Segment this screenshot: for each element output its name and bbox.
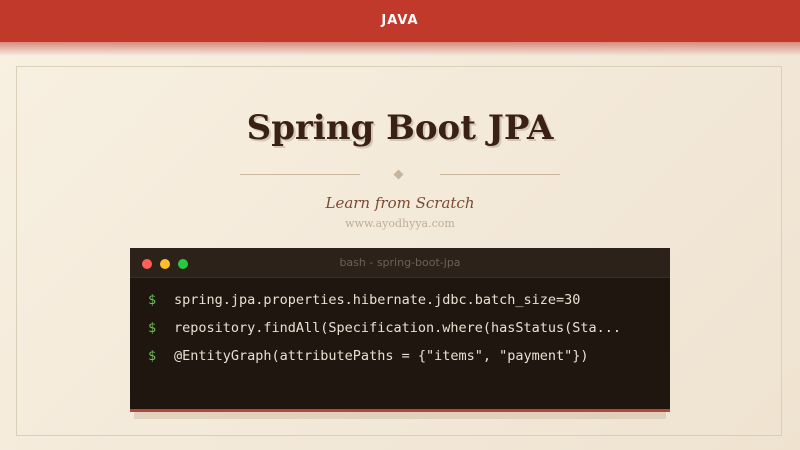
command-text: @EntityGraph(attributePaths = {"items", …: [174, 348, 589, 364]
subtitle: Learn from Scratch: [325, 194, 475, 212]
command-line: $ @EntityGraph(attributePaths = {"items"…: [130, 342, 670, 370]
diamond-icon: [393, 169, 404, 180]
category-label: JAVA: [381, 13, 419, 28]
divider-line-right: [440, 174, 560, 175]
prompt-symbol: $: [148, 292, 157, 308]
divider-line-left: [240, 174, 360, 175]
terminal-title: bash - spring-boot-jpa: [339, 256, 461, 269]
command-line: $ spring.jpa.properties.hibernate.jdbc.b…: [130, 286, 670, 314]
banner-shadow: [0, 42, 800, 56]
command-text: spring.jpa.properties.hibernate.jdbc.bat…: [174, 292, 581, 308]
website-label: www.ayodhyya.com: [345, 217, 455, 230]
title-divider: [240, 166, 560, 184]
top-banner: JAVA: [0, 0, 800, 42]
terminal-titlebar: bash - spring-boot-jpa: [130, 248, 670, 278]
prompt-symbol: $: [148, 320, 157, 336]
terminal-window: bash - spring-boot-jpa $ spring.jpa.prop…: [130, 248, 670, 412]
command-line: $ repository.findAll(Specification.where…: [130, 314, 670, 342]
page-title: Spring Boot JPA: [246, 108, 554, 148]
command-text: repository.findAll(Specification.where(h…: [174, 320, 622, 336]
terminal-body: $ spring.jpa.properties.hibernate.jdbc.b…: [130, 286, 670, 370]
prompt-symbol: $: [148, 348, 157, 364]
